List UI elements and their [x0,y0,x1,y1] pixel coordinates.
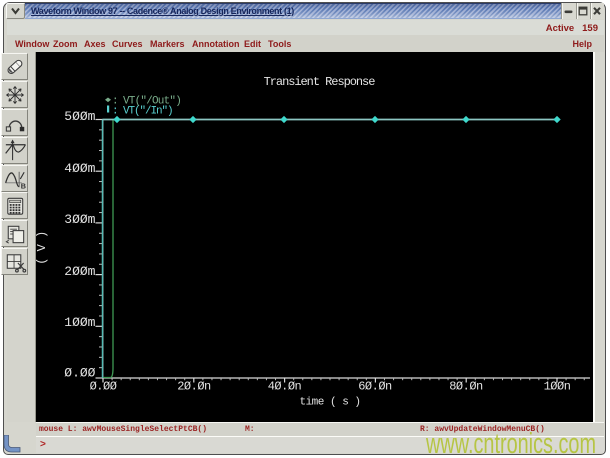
svg-text:8Ø.Øn: 8Ø.Øn [449,380,483,394]
svg-text:2ØØm: 2ØØm [64,264,95,279]
svg-text:3ØØm: 3ØØm [64,212,95,227]
svg-text:4ØØm: 4ØØm [64,161,95,176]
svg-text:Ø.ØØ: Ø.ØØ [64,366,95,381]
svg-text:VT("/In"): VT("/In") [123,106,173,118]
svg-text:6Ø.Øn: 6Ø.Øn [358,380,392,394]
svg-text:1ØØn: 1ØØn [544,380,571,394]
svg-text:1ØØm: 1ØØm [64,315,95,330]
svg-text::: : [112,106,119,118]
svg-text:5ØØm: 5ØØm [64,109,95,124]
svg-text:2Ø.Øn: 2Ø.Øn [177,380,211,394]
svg-text:B: B [20,182,25,191]
svg-text:Ø.ØØ: Ø.ØØ [90,380,117,394]
svg-text:( V ): ( V ) [36,231,49,265]
svg-text:time ( s ): time ( s ) [299,397,360,409]
svg-text:Transient Response: Transient Response [264,75,376,89]
svg-text:4Ø.Øn: 4Ø.Øn [268,380,302,394]
